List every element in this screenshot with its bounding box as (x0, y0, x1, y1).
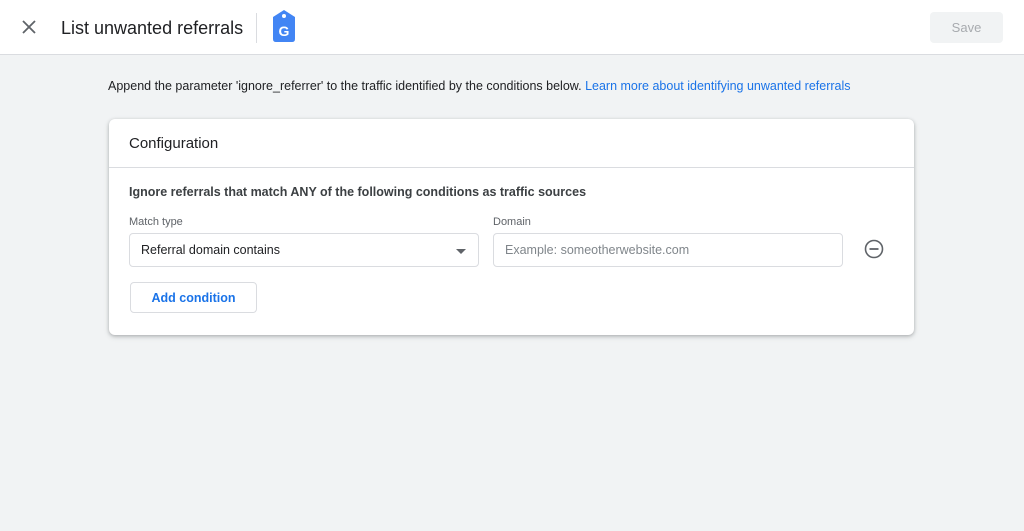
configuration-card: Configuration Ignore referrals that matc… (109, 119, 914, 335)
page-title: List unwanted referrals (61, 18, 244, 38)
chevron-down-icon (456, 249, 466, 254)
intro-text: Append the parameter 'ignore_referrer' t… (108, 78, 851, 94)
remove-circle-icon[interactable] (864, 239, 884, 259)
match-type-value: Referral domain contains (141, 243, 280, 257)
close-icon (22, 20, 36, 34)
add-condition-button[interactable]: Add condition (130, 282, 257, 313)
domain-input[interactable] (493, 233, 843, 267)
close-button[interactable] (14, 12, 44, 42)
domain-label: Domain (493, 216, 531, 228)
svg-text:G: G (279, 23, 290, 39)
save-button[interactable]: Save (930, 12, 1003, 43)
match-type-select[interactable]: Referral domain contains (129, 233, 479, 267)
match-type-label: Match type (129, 216, 183, 228)
intro-description: Append the parameter 'ignore_referrer' t… (108, 79, 582, 93)
card-title: Configuration (109, 119, 914, 168)
top-bar: List unwanted referrals G Save (0, 0, 1024, 55)
condition-title: Ignore referrals that match ANY of the f… (129, 185, 587, 199)
header-divider (256, 13, 257, 43)
learn-more-link[interactable]: Learn more about identifying unwanted re… (585, 79, 850, 93)
google-tag-icon: G (273, 10, 295, 42)
